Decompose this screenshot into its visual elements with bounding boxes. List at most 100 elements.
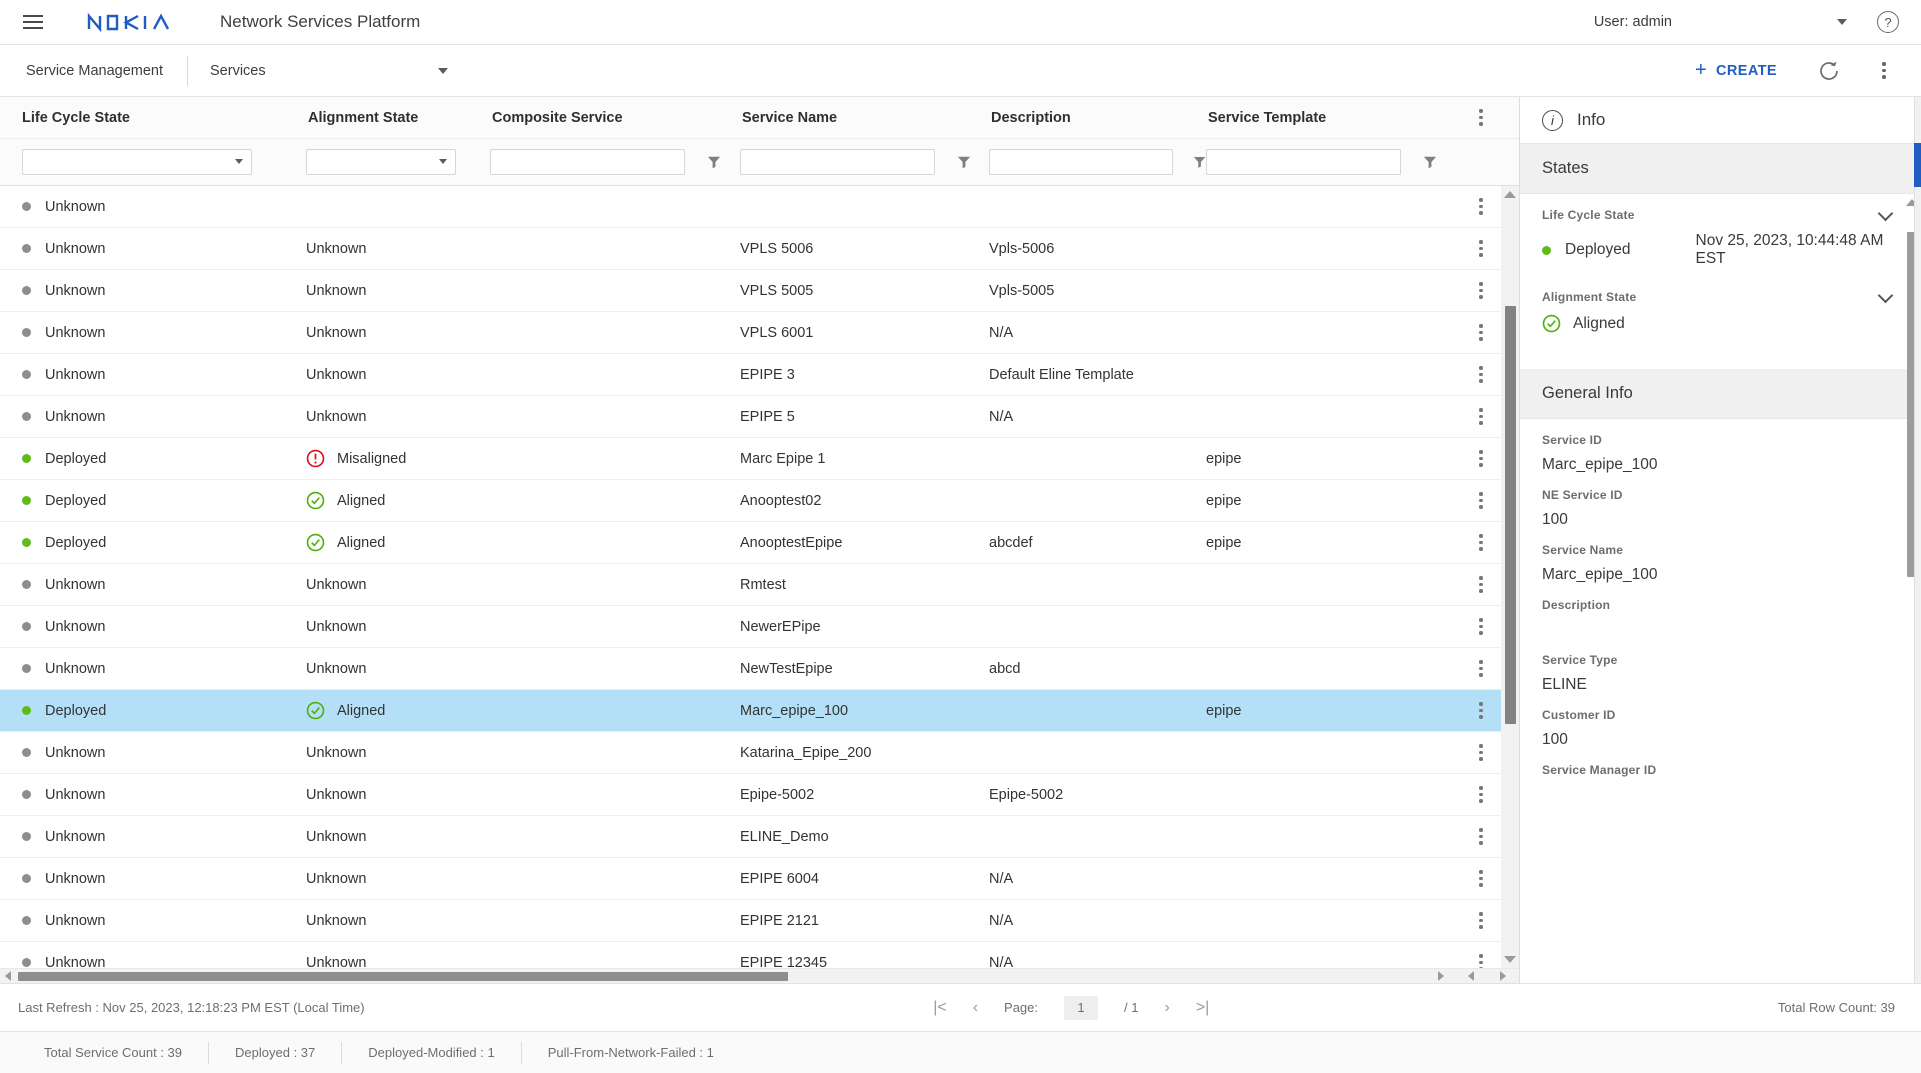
status-dot-unknown xyxy=(22,748,31,757)
column-header-composite-service[interactable]: Composite Service xyxy=(490,110,740,126)
table-row[interactable]: Unknown xyxy=(0,186,1519,228)
breadcrumb[interactable]: Service Management xyxy=(26,63,163,79)
column-header-life-cycle-state[interactable]: Life Cycle State xyxy=(0,110,306,126)
row-kebab-menu-icon[interactable] xyxy=(1473,407,1489,426)
table-row[interactable]: UnknownUnknownVPLS 5006Vpls-5006 xyxy=(0,228,1519,270)
horizontal-scroll-thumb[interactable] xyxy=(18,972,788,981)
nokia-wordmark-icon xyxy=(86,12,172,32)
cell-life-cycle-state: Unknown xyxy=(0,913,306,929)
general-info-field: Service NameMarc_epipe_100 xyxy=(1520,529,1921,584)
table-horizontal-scrollbar[interactable] xyxy=(0,968,1519,983)
filter-funnel-icon-composite-service[interactable] xyxy=(707,155,721,169)
table-row[interactable]: UnknownUnknownRmtest xyxy=(0,564,1519,606)
cell-text: Unknown xyxy=(45,367,105,383)
table-row[interactable]: UnknownUnknownEPIPE 5N/A xyxy=(0,396,1519,438)
row-kebab-menu-icon[interactable] xyxy=(1473,785,1489,804)
row-kebab-menu-icon[interactable] xyxy=(1473,449,1489,468)
view-select[interactable]: Services xyxy=(210,63,460,79)
table-row[interactable]: UnknownUnknownEPIPE 3Default Eline Templ… xyxy=(0,354,1519,396)
row-kebab-menu-icon[interactable] xyxy=(1473,197,1489,216)
filter-service-template-input[interactable] xyxy=(1206,149,1401,175)
user-menu-chevron-down-icon[interactable] xyxy=(1837,19,1847,25)
cell-description: N/A xyxy=(989,409,1206,425)
cell-life-cycle-state: Unknown xyxy=(0,241,306,257)
filter-composite-service-input[interactable] xyxy=(490,149,685,175)
scroll-left-arrow-icon[interactable] xyxy=(5,971,11,981)
row-kebab-menu-icon[interactable] xyxy=(1473,953,1489,968)
column-header-service-name[interactable]: Service Name xyxy=(740,110,989,126)
cell-service-name: VPLS 5006 xyxy=(740,241,989,257)
row-kebab-menu-icon[interactable] xyxy=(1473,323,1489,342)
help-icon[interactable]: ? xyxy=(1877,11,1899,33)
row-kebab-menu-icon[interactable] xyxy=(1473,281,1489,300)
table-row[interactable]: UnknownUnknownEpipe-5002Epipe-5002 xyxy=(0,774,1519,816)
filter-description-input[interactable] xyxy=(989,149,1173,175)
column-header-description[interactable]: Description xyxy=(989,110,1206,126)
filter-funnel-icon-service-name[interactable] xyxy=(957,155,971,169)
row-kebab-menu-icon[interactable] xyxy=(1473,659,1489,678)
first-page-button[interactable]: |< xyxy=(933,999,947,1017)
row-kebab-menu-icon[interactable] xyxy=(1473,365,1489,384)
table-row[interactable]: UnknownUnknownVPLS 5005Vpls-5005 xyxy=(0,270,1519,312)
column-header-alignment-state[interactable]: Alignment State xyxy=(306,110,490,126)
table-row[interactable]: DeployedAlignedMarc_epipe_100epipe xyxy=(0,690,1519,732)
scroll-right-arrow-icon[interactable] xyxy=(1438,971,1444,981)
table-settings-kebab-icon[interactable] xyxy=(1473,108,1489,127)
app-root: Network Services Platform User: admin ? … xyxy=(0,0,1921,1073)
row-kebab-menu-icon[interactable] xyxy=(1473,617,1489,636)
row-kebab-menu-icon[interactable] xyxy=(1473,827,1489,846)
scroll-up-arrow-icon[interactable] xyxy=(1504,191,1516,198)
row-kebab-menu-icon[interactable] xyxy=(1473,533,1489,552)
status-dot-unknown xyxy=(22,958,31,967)
table-row[interactable]: UnknownUnknownEPIPE 6004N/A xyxy=(0,858,1519,900)
table-row[interactable]: UnknownUnknownNewerEPipe xyxy=(0,606,1519,648)
table-row[interactable]: UnknownUnknownEPIPE 2121N/A xyxy=(0,900,1519,942)
status-dot-unknown xyxy=(22,916,31,925)
last-page-button[interactable]: >| xyxy=(1196,999,1210,1017)
page-label: Page: xyxy=(1004,1000,1038,1015)
nokia-logo xyxy=(86,12,172,32)
prev-page-button[interactable]: ‹ xyxy=(973,999,978,1017)
row-kebab-menu-icon[interactable] xyxy=(1473,911,1489,930)
filter-funnel-icon-description[interactable] xyxy=(1193,155,1206,169)
column-header-service-template[interactable]: Service Template xyxy=(1206,110,1456,126)
scroll-page-left-arrow-icon[interactable] xyxy=(1468,971,1474,981)
filter-service-name-input[interactable] xyxy=(740,149,935,175)
cell-description: Vpls-5006 xyxy=(989,241,1206,257)
row-kebab-menu-icon[interactable] xyxy=(1473,239,1489,258)
table-row[interactable]: UnknownUnknownELINE_Demo xyxy=(0,816,1519,858)
scroll-page-right-arrow-icon[interactable] xyxy=(1500,971,1506,981)
row-kebab-menu-icon[interactable] xyxy=(1473,743,1489,762)
cell-text: Unknown xyxy=(306,955,366,969)
next-page-button[interactable]: › xyxy=(1164,999,1169,1017)
filter-alignment-state[interactable] xyxy=(306,149,456,175)
status-dot-unknown xyxy=(22,286,31,295)
table-row[interactable]: DeployedAlignedAnooptest02epipe xyxy=(0,480,1519,522)
cell-life-cycle-state: Unknown xyxy=(0,199,306,215)
row-kebab-menu-icon[interactable] xyxy=(1473,491,1489,510)
toolbar-kebab-menu-icon[interactable] xyxy=(1873,60,1895,80)
page-number-input[interactable]: 1 xyxy=(1064,996,1098,1020)
vertical-scroll-thumb[interactable] xyxy=(1505,306,1516,724)
table-vertical-scrollbar[interactable] xyxy=(1501,186,1519,968)
row-kebab-menu-icon[interactable] xyxy=(1473,575,1489,594)
scroll-down-arrow-icon[interactable] xyxy=(1504,956,1516,963)
table-row[interactable]: UnknownUnknownKatarina_Epipe_200 xyxy=(0,732,1519,774)
table-row[interactable]: UnknownUnknownEPIPE 12345N/A xyxy=(0,942,1519,968)
status-dot-deployed xyxy=(22,706,31,715)
row-kebab-menu-icon[interactable] xyxy=(1473,701,1489,720)
filter-funnel-icon-service-template[interactable] xyxy=(1423,155,1437,169)
general-info-fields: Service IDMarc_epipe_100NE Service ID100… xyxy=(1520,419,1921,804)
refresh-icon[interactable] xyxy=(1817,59,1841,83)
table-row[interactable]: UnknownUnknownVPLS 6001N/A xyxy=(0,312,1519,354)
create-button[interactable]: + CREATE xyxy=(1695,59,1777,82)
cell-alignment-state: Aligned xyxy=(306,701,490,720)
filter-life-cycle-state[interactable] xyxy=(22,149,252,175)
row-kebab-menu-icon[interactable] xyxy=(1473,869,1489,888)
table-row[interactable]: UnknownUnknownNewTestEpipeabcd xyxy=(0,648,1519,690)
hamburger-icon[interactable] xyxy=(18,7,48,37)
table-row[interactable]: DeployedMisalignedMarc Epipe 1epipe xyxy=(0,438,1519,480)
table-row[interactable]: DeployedAlignedAnooptestEpipeabcdefepipe xyxy=(0,522,1519,564)
status-dot-unknown xyxy=(22,370,31,379)
cell-life-cycle-state: Unknown xyxy=(0,409,306,425)
